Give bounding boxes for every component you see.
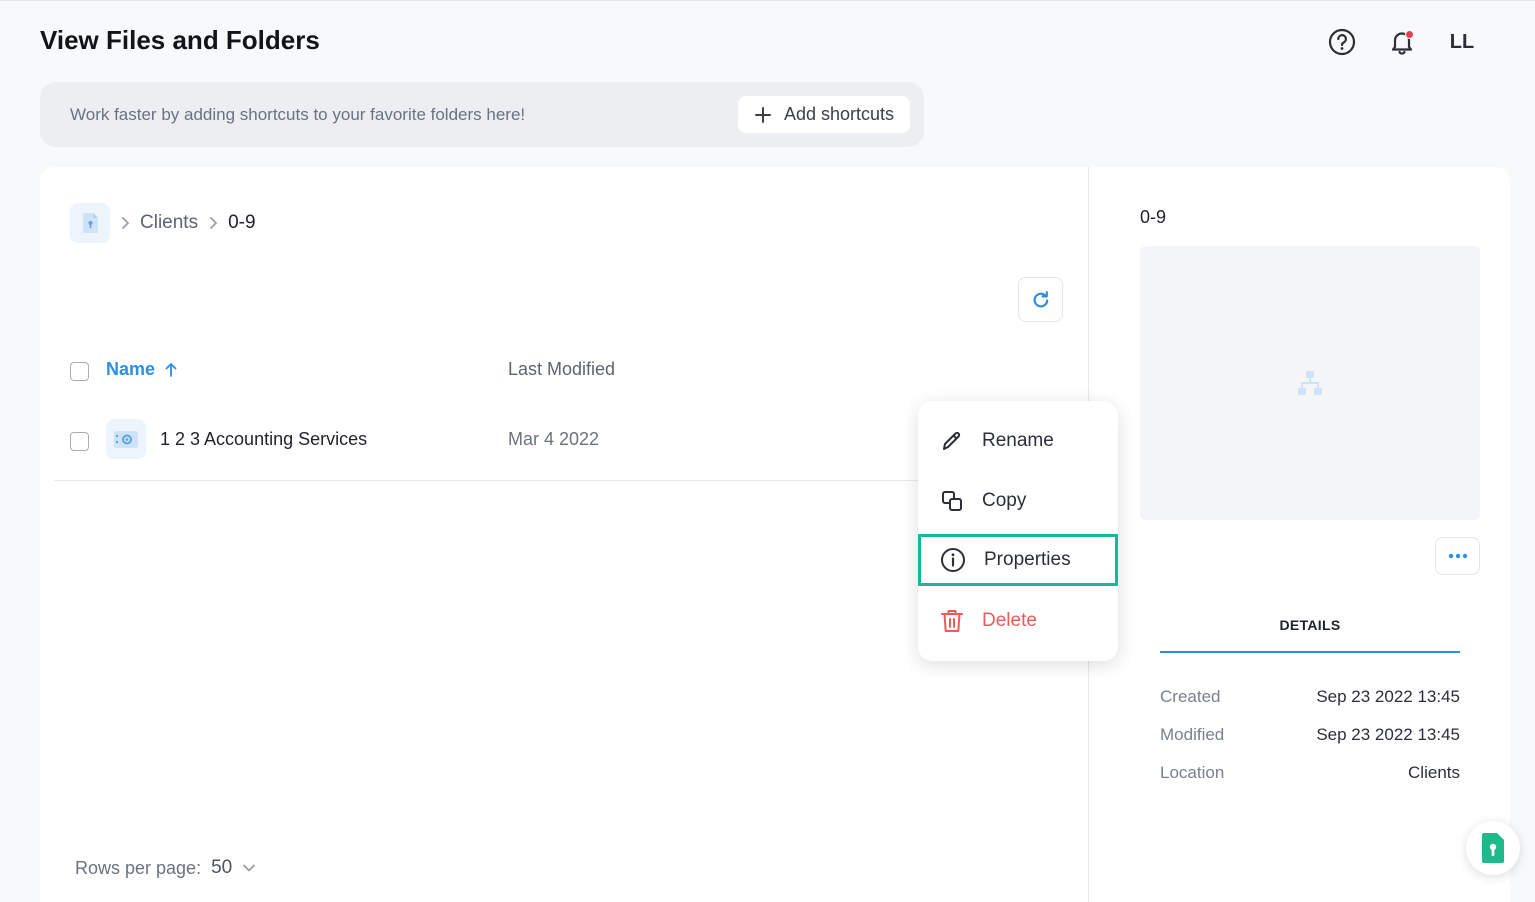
detail-value: Clients xyxy=(1408,763,1460,782)
breadcrumb-home[interactable] xyxy=(70,203,110,243)
copy-icon xyxy=(942,491,962,511)
add-shortcuts-button[interactable]: Add shortcuts xyxy=(737,96,910,133)
select-all-checkbox[interactable] xyxy=(70,362,89,381)
refresh-button[interactable] xyxy=(1018,277,1063,322)
add-shortcuts-label: Add shortcuts xyxy=(783,104,894,124)
refresh-icon xyxy=(1033,290,1048,307)
avatar[interactable]: LL xyxy=(1447,31,1477,54)
chevron-right-icon xyxy=(120,216,130,230)
notification-dot xyxy=(1405,30,1414,39)
row-name[interactable]: 1 2 3 Accounting Services xyxy=(160,429,367,450)
file-browser-card: Clients 0-9 Name Last Modified 1 2 3 Acc… xyxy=(40,167,1510,902)
menu-item-label: Rename xyxy=(982,430,1054,451)
row-checkbox[interactable] xyxy=(70,432,89,451)
rows-per-page-select[interactable]: 50 xyxy=(211,857,256,879)
table-header: Name Last Modified xyxy=(70,359,1060,383)
shortcut-bar: Work faster by adding shortcuts to your … xyxy=(40,82,924,147)
header-actions: LL xyxy=(1327,27,1477,57)
more-horizontal-icon xyxy=(1448,553,1467,559)
detail-label: Location xyxy=(1160,763,1225,782)
detail-location: Location Clients xyxy=(1160,763,1460,801)
chevron-down-icon xyxy=(243,864,256,872)
detail-value: Sep 23 2022 13:45 xyxy=(1316,687,1460,706)
folder-preview xyxy=(1140,246,1480,520)
secure-file-icon xyxy=(1482,833,1504,863)
menu-item-rename[interactable]: Rename xyxy=(918,415,1118,467)
detail-label: Created xyxy=(1160,687,1221,706)
tab-details[interactable]: DETAILS xyxy=(1160,607,1460,653)
menu-item-label: Delete xyxy=(982,610,1037,631)
chevron-right-icon xyxy=(208,216,218,230)
name-column-label: Name xyxy=(106,359,156,379)
page-title: View Files and Folders xyxy=(40,25,320,55)
table-row[interactable]: 1 2 3 Accounting Services Mar 4 2022 xyxy=(54,403,934,481)
details-list: Created Sep 23 2022 13:45 Modified Sep 2… xyxy=(1160,687,1460,801)
rows-per-page-value: 50 xyxy=(211,857,233,878)
detail-created: Created Sep 23 2022 13:45 xyxy=(1160,687,1460,725)
shortcut-message: Work faster by adding shortcuts to your … xyxy=(70,104,526,124)
trash-icon xyxy=(941,610,963,632)
help-circle-icon[interactable] xyxy=(1327,27,1357,57)
pencil-icon xyxy=(943,431,961,450)
folder-tree-icon xyxy=(1298,371,1322,395)
detail-label: Modified xyxy=(1160,725,1225,744)
menu-item-label: Copy xyxy=(982,490,1027,511)
name-column-header[interactable]: Name xyxy=(106,359,177,380)
more-options-button[interactable] xyxy=(1435,537,1480,575)
info-icon xyxy=(941,548,965,572)
detail-value: Sep 23 2022 13:45 xyxy=(1316,725,1460,744)
detail-modified: Modified Sep 23 2022 13:45 xyxy=(1160,725,1460,763)
rows-per-page-label: Rows per page: xyxy=(75,857,202,878)
secure-file-fab[interactable] xyxy=(1466,821,1520,875)
menu-item-properties[interactable]: Properties xyxy=(918,534,1118,586)
menu-item-label: Properties xyxy=(984,549,1071,570)
menu-item-delete[interactable]: Delete xyxy=(918,595,1118,647)
context-menu: Rename Copy Properties Delete xyxy=(918,401,1118,661)
plus-icon xyxy=(754,106,771,123)
folder-icon xyxy=(106,419,146,459)
sort-ascending-icon xyxy=(165,362,177,377)
row-last-modified: Mar 4 2022 xyxy=(508,429,600,449)
breadcrumb-current: 0-9 xyxy=(228,212,256,233)
rows-per-page: Rows per page: 50 xyxy=(75,857,256,879)
menu-item-copy[interactable]: Copy xyxy=(918,475,1118,527)
bell-icon[interactable] xyxy=(1387,27,1417,57)
side-panel-title: 0-9 xyxy=(1140,207,1167,227)
secure-file-icon xyxy=(83,213,98,233)
breadcrumb: Clients 0-9 xyxy=(70,203,256,243)
last-modified-column-header[interactable]: Last Modified xyxy=(508,359,615,380)
breadcrumb-clients[interactable]: Clients xyxy=(140,212,198,234)
